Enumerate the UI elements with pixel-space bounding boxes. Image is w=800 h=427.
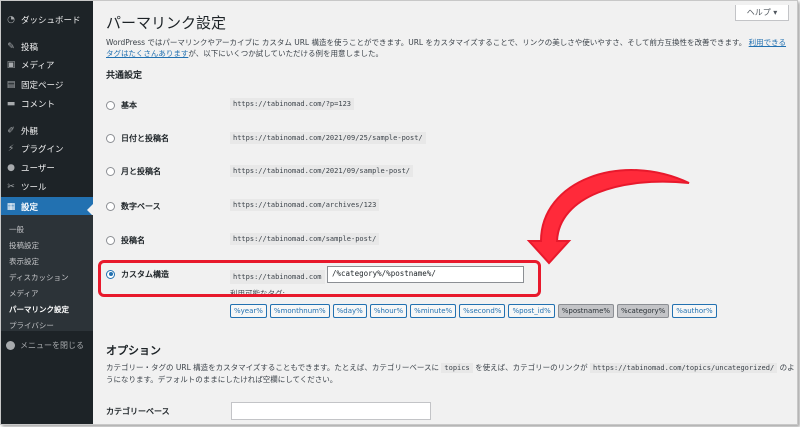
app-window: ◔ ダッシュボード ✎ 投稿 ▣ メディア ▤ 固定ページ ▬ コメント ✐ 外観 ⚡ プラグ…	[0, 0, 798, 425]
red-arrow-annotation	[526, 169, 690, 265]
arrow-shape	[526, 169, 690, 265]
